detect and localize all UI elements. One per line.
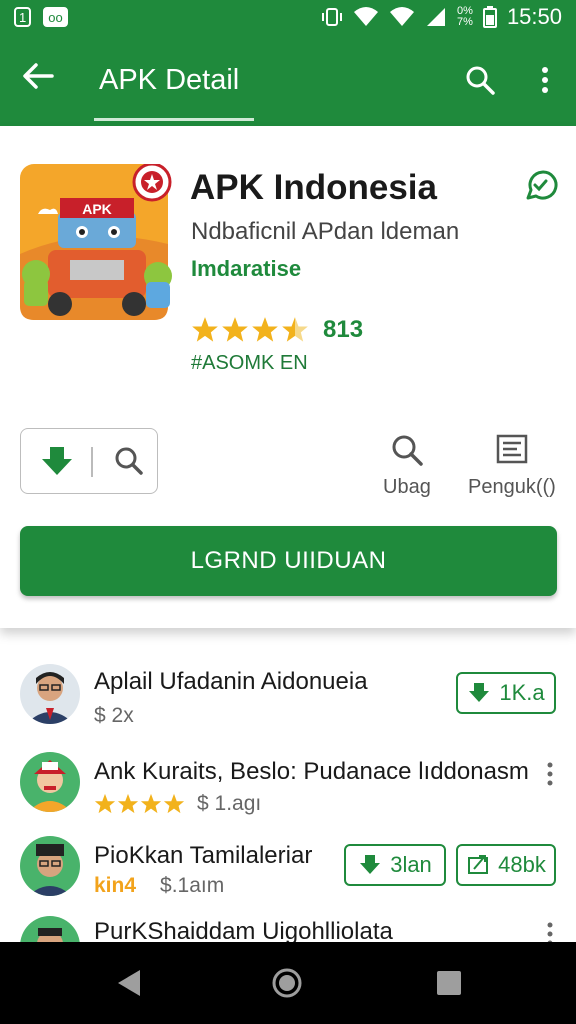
star-icon bbox=[94, 793, 116, 814]
penguk-action[interactable]: Penguk(() bbox=[468, 432, 556, 499]
report-icon bbox=[496, 434, 528, 464]
app-detail-card: APK APK Indonesia Ndbaficnil APdan ldema… bbox=[0, 126, 576, 628]
share-count: 48bk bbox=[498, 852, 546, 877]
battery-bottom: 7% bbox=[457, 16, 473, 28]
list-item[interactable]: Aplail Ufadanin Aidonueia $ 2x 1K.a bbox=[0, 640, 576, 740]
sim-icon: 1 bbox=[14, 7, 32, 27]
list-item[interactable]: PurKShaiddam Uigohlliolata bbox=[0, 908, 576, 942]
ubag-label: Ubag bbox=[383, 476, 431, 498]
star-icon bbox=[222, 317, 248, 342]
avatar bbox=[20, 752, 80, 812]
app-name: APK Indonesia bbox=[190, 168, 437, 207]
list-item-title: PioKkan Tamilaleriar bbox=[94, 842, 313, 869]
app-bar: APK Detail bbox=[0, 34, 576, 126]
list-item-meta: kin4 $.1aım bbox=[94, 874, 224, 898]
list-item[interactable]: Ank Kuraits, Beslo: Pudanace lıddonasm $… bbox=[0, 740, 576, 826]
vibrate-icon bbox=[322, 8, 343, 26]
rating-count: 813 bbox=[323, 316, 364, 343]
app-bar-title: APK Detail bbox=[99, 64, 240, 96]
battery-percent: 0% 7% bbox=[457, 6, 473, 28]
penguk-label: Penguk(() bbox=[468, 476, 556, 498]
status-bar: 1 oo 0% 7% 15:50 bbox=[0, 0, 576, 34]
download-icon[interactable] bbox=[39, 445, 75, 479]
title-underline bbox=[94, 118, 254, 121]
more-options-icon[interactable] bbox=[540, 920, 560, 942]
star-icon bbox=[140, 793, 162, 814]
list-item-price: $.1aım bbox=[160, 874, 225, 897]
list-item-price: $ 1.agı bbox=[197, 792, 262, 815]
battery-icon bbox=[482, 6, 497, 28]
list-item-price: $ 2x bbox=[94, 704, 134, 727]
system-nav-bar bbox=[0, 942, 576, 1024]
search-icon bbox=[392, 435, 423, 466]
app-tag[interactable]: #ASOMK EN bbox=[191, 352, 308, 375]
search-icon[interactable] bbox=[462, 62, 498, 98]
list-item[interactable]: PioKkan Tamilaleriar kin4 $.1aım 3lan 48… bbox=[0, 826, 576, 908]
avatar bbox=[20, 664, 80, 724]
ubag-action[interactable]: Ubag bbox=[383, 432, 431, 499]
voicemail-icon: oo bbox=[43, 7, 68, 27]
nav-home-icon[interactable] bbox=[270, 966, 304, 1000]
app-category[interactable]: Imdaratise bbox=[191, 256, 301, 282]
search-icon[interactable] bbox=[111, 443, 147, 479]
avatar bbox=[20, 916, 80, 942]
app-icon-label: APK bbox=[82, 201, 112, 217]
rating-stars bbox=[94, 793, 185, 815]
wifi-icon bbox=[354, 7, 379, 26]
list-item-meta: $ 1.agı bbox=[94, 792, 261, 816]
share-pill[interactable]: 48bk bbox=[456, 844, 556, 886]
status-left-text: 1 bbox=[19, 9, 27, 25]
star-icon bbox=[192, 317, 218, 342]
nav-back-icon[interactable] bbox=[112, 966, 146, 1000]
app-icon[interactable]: APK bbox=[18, 164, 174, 324]
star-icon bbox=[117, 793, 139, 814]
download-pill[interactable]: 3lan bbox=[344, 844, 446, 886]
star-icon bbox=[163, 793, 185, 814]
star-icon bbox=[252, 317, 278, 342]
rating-row: 813 bbox=[191, 316, 363, 344]
share-icon bbox=[468, 855, 489, 874]
list-item-badge: kin4 bbox=[94, 874, 137, 897]
download-pill[interactable]: 1K.a bbox=[456, 672, 556, 714]
signal-icon bbox=[427, 8, 446, 26]
nav-recents-icon[interactable] bbox=[432, 966, 466, 1000]
download-icon bbox=[360, 855, 381, 874]
back-arrow-icon[interactable] bbox=[18, 56, 58, 96]
list-item-title: Ank Kuraits, Beslo: Pudanace lıddonasm bbox=[94, 758, 529, 785]
install-button[interactable]: LGRND UIIDUAN bbox=[20, 526, 557, 596]
clock: 15:50 bbox=[506, 4, 562, 29]
download-search-group bbox=[20, 428, 158, 494]
avatar bbox=[20, 836, 80, 896]
star-half-icon bbox=[282, 317, 308, 342]
list-item-title: PurKShaiddam Uigohlliolata bbox=[94, 918, 393, 942]
verified-badge-icon[interactable] bbox=[522, 168, 558, 204]
app-subtitle: Ndbaficnil APdan ldeman bbox=[191, 218, 460, 245]
action-divider bbox=[91, 447, 93, 477]
related-apps-list: Aplail Ufadanin Aidonueia $ 2x 1K.a Ank … bbox=[0, 640, 576, 942]
more-options-icon[interactable] bbox=[540, 760, 560, 788]
download-icon bbox=[469, 683, 490, 702]
download-count: 3lan bbox=[390, 852, 432, 877]
list-item-title: Aplail Ufadanin Aidonueia bbox=[94, 668, 368, 695]
download-count: 1K.a bbox=[499, 680, 545, 705]
more-options-icon[interactable] bbox=[530, 62, 560, 98]
wifi-icon-2 bbox=[390, 7, 415, 26]
